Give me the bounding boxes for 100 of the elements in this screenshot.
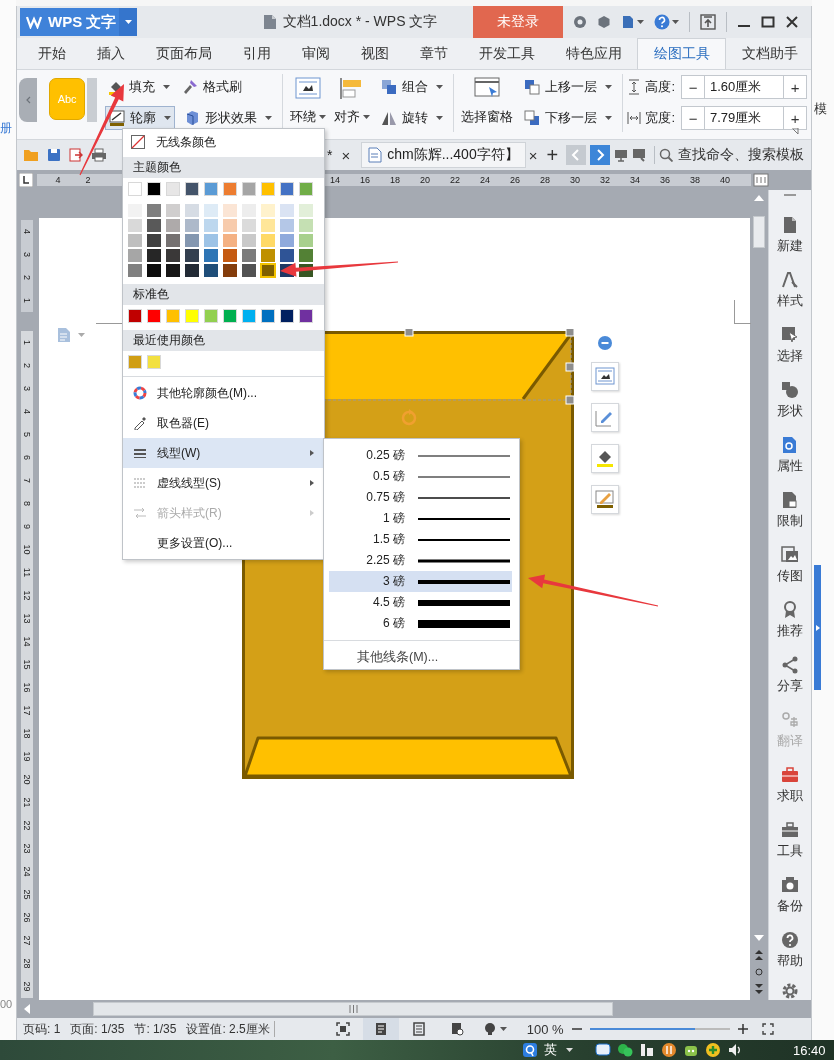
ruler-number: 1 (21, 339, 33, 347)
ruler-number: 2 (21, 274, 33, 282)
group-button[interactable]: 组合 (377, 75, 446, 99)
sidebar-item[interactable]: 帮助 (770, 923, 810, 978)
spinner-field[interactable]: − 7.79厘米 + (681, 106, 807, 130)
ruler-number: 4 (21, 228, 33, 236)
ruler-number: 3 (21, 385, 33, 393)
ribbon-tab[interactable]: 引用 (227, 38, 286, 69)
menu-item[interactable]: 1 磅 (329, 508, 512, 529)
sidebar-item[interactable]: 选择 (770, 318, 810, 373)
ribbon-tab[interactable]: 文档助手 (726, 38, 813, 69)
ruler-number: 18 (21, 727, 33, 740)
ruler-number: 4 (21, 408, 33, 416)
sidebar-item[interactable]: 属性 (770, 428, 810, 483)
section-header: 标准色 (123, 284, 324, 305)
ruler-number: 29 (21, 980, 33, 993)
wrap-button[interactable]: 环绕 (285, 74, 330, 131)
outline-button[interactable]: 轮廓 (105, 106, 176, 130)
document-tab[interactable]: chm陈辉...400字符】 (361, 142, 526, 168)
ruler-number: 2 (84, 174, 92, 186)
ruler-number: 2 (21, 362, 33, 370)
align-button[interactable]: 对齐 (329, 74, 374, 131)
sidebar-item[interactable]: 传图 (770, 538, 810, 593)
menu-item[interactable]: 更多设置(O)... (123, 528, 324, 558)
sidebar-item[interactable]: 新建 (770, 208, 810, 263)
ruler-number: 11 (21, 566, 33, 579)
status-text: 设置值: 2.5厘米 (186, 1020, 270, 1038)
sidebar-item[interactable]: 工具 (770, 813, 810, 868)
document-tab[interactable]: * (325, 142, 339, 168)
menu-item[interactable]: 4.5 磅 (329, 592, 512, 613)
ribbon-tab[interactable]: 页面布局 (140, 38, 227, 69)
ruler-number: 6 (21, 454, 33, 462)
shape-effects-button[interactable]: 形状效果 (181, 106, 276, 130)
menu-item[interactable]: 无线条颜色 (123, 129, 324, 155)
sidebar-item[interactable]: 备份 (770, 868, 810, 923)
sidebar-item[interactable]: 分享 (770, 648, 810, 703)
ruler-number: 15 (21, 658, 33, 671)
ruler-number: 9 (21, 523, 33, 531)
format-painter-button[interactable]: 格式刷 (179, 75, 246, 99)
ruler-number: 16 (359, 174, 371, 186)
menu-item[interactable]: 2.25 磅 (329, 550, 512, 571)
menu-item[interactable]: 0.25 磅 (329, 445, 512, 466)
sidebar-item[interactable]: 限制 (770, 483, 810, 538)
section-header: 最近使用颜色 (123, 330, 324, 351)
ruler-number: 36 (659, 174, 671, 186)
ribbon-tab[interactable]: 开始 (22, 38, 81, 69)
ribbon-tab[interactable]: 审阅 (286, 38, 345, 69)
rotate-button[interactable]: 旋转 (377, 106, 446, 130)
menu-item[interactable]: 0.5 磅 (329, 466, 512, 487)
menu-item[interactable]: 1.5 磅 (329, 529, 512, 550)
menu-item[interactable]: 其他线条(M)... (324, 649, 519, 666)
close-tab-button[interactable]: × (338, 146, 354, 164)
sidebar-item[interactable]: 推荐 (770, 593, 810, 648)
ruler-number: 23 (21, 842, 33, 855)
menu-item[interactable]: 3 磅 (329, 571, 512, 592)
menu-item[interactable]: 6 磅 (329, 613, 512, 634)
input-mode-label[interactable]: 英 (544, 1041, 557, 1059)
ribbon-tab[interactable]: 插入 (81, 38, 140, 69)
ruler-number: 34 (629, 174, 641, 186)
close-tab-button[interactable]: × (525, 146, 541, 164)
search-field[interactable]: 查找命令、搜索模板 (659, 146, 805, 164)
ruler-number: 21 (21, 796, 33, 809)
ruler-number: 24 (21, 865, 33, 878)
ruler-number: 10 (21, 543, 33, 556)
ruler-number: 22 (449, 174, 461, 186)
ruler-number: 28 (539, 174, 551, 186)
ruler-number: 22 (21, 819, 33, 832)
status-text: 页面: 1/35 (70, 1020, 125, 1038)
ruler-number: 18 (389, 174, 401, 186)
ribbon-tab[interactable]: 章节 (404, 38, 463, 69)
ruler-number: 20 (419, 174, 431, 186)
ribbon-tab[interactable]: 视图 (345, 38, 404, 69)
menu-item[interactable]: 0.75 磅 (329, 487, 512, 508)
app-menu-button[interactable]: WPS 文字 (20, 8, 119, 36)
ruler-number: 12 (21, 589, 33, 602)
ruler-number: 26 (509, 174, 521, 186)
menu-item[interactable]: 虚线线型(S) (123, 468, 324, 498)
new-tab-button[interactable]: + (546, 143, 559, 167)
menu-item[interactable]: 其他轮廓颜色(M)... (123, 378, 324, 408)
ruler-number: 8 (21, 500, 33, 508)
selection-pane-button[interactable]: 选择窗格 (456, 74, 517, 131)
sidebar-item[interactable]: 形状 (770, 373, 810, 428)
send-backward-button[interactable]: 下移一层 (520, 106, 615, 130)
background-text: 册 (0, 120, 13, 137)
background-text: 模 (814, 100, 828, 118)
sidebar-item[interactable]: 求职 (770, 758, 810, 813)
zoom-level: 100 % (526, 1021, 564, 1037)
window-title: 文档1.docx * - WPS 文字 (282, 13, 438, 31)
menu-item[interactable]: 线型(W) (123, 438, 324, 468)
ribbon-tab[interactable]: 特色应用 (550, 38, 637, 69)
ruler-number: 26 (21, 911, 33, 924)
menu-item[interactable]: 取色器(E) (123, 408, 324, 438)
ruler-number: 40 (719, 174, 731, 186)
ruler-number: 28 (21, 957, 33, 970)
ribbon-tab[interactable]: 开发工具 (463, 38, 550, 69)
spinner-field[interactable]: − 1.60厘米 + (681, 75, 807, 99)
ruler-number: 20 (21, 773, 33, 786)
bring-forward-button[interactable]: 上移一层 (520, 75, 615, 99)
ribbon-tab[interactable]: 绘图工具 (637, 38, 726, 69)
sidebar-item[interactable]: 样式 (770, 263, 810, 318)
